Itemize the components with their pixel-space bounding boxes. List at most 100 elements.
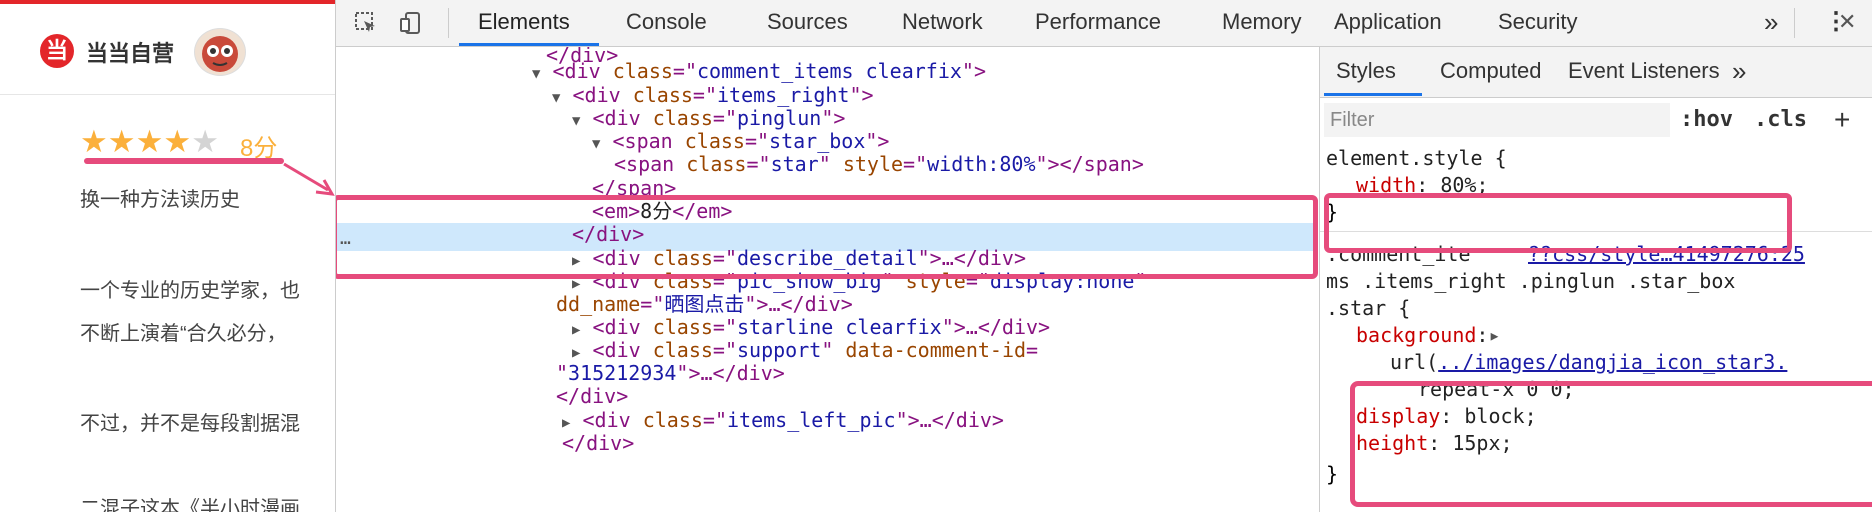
device-toolbar-icon[interactable] bbox=[398, 10, 424, 36]
annotation-highlight-box bbox=[1350, 381, 1872, 507]
more-tabs-icon[interactable]: » bbox=[1732, 47, 1746, 97]
dom-token: =" bbox=[712, 338, 738, 362]
hover-state-toggle[interactable]: :hov bbox=[1680, 103, 1733, 137]
dom-token: class bbox=[652, 106, 713, 130]
property-value[interactable]: url(../images/dangjia_icon_star3. bbox=[1390, 349, 1787, 375]
dom-token: <span bbox=[614, 152, 687, 176]
dom-token: data-comment-id bbox=[845, 338, 1027, 362]
dom-token: =" bbox=[672, 59, 698, 83]
dom-token: "></span> bbox=[1035, 152, 1144, 176]
devtools-panel: Elements Console Sources Network Performance… bbox=[335, 0, 1872, 512]
dom-node-line[interactable]: ▼ <div class="items_right"> bbox=[552, 83, 874, 107]
tab-elements[interactable]: Elements bbox=[478, 0, 570, 46]
tab-memory[interactable]: Memory bbox=[1222, 0, 1301, 46]
annotation-highlight-box bbox=[336, 195, 1318, 279]
star-filled-icon: ★ bbox=[163, 124, 192, 159]
dom-token: <span bbox=[612, 129, 685, 153]
dom-node-line[interactable]: ▼ <div class="comment_items clearfix"> bbox=[532, 59, 986, 83]
dom-node-line[interactable]: </div> bbox=[556, 384, 628, 408]
elements-tree[interactable]: … </div> ▼ <div class="comment_items clea… bbox=[336, 47, 1318, 512]
dangdang-logo-icon[interactable]: 当 bbox=[40, 34, 74, 68]
class-toggle[interactable]: .cls bbox=[1754, 103, 1807, 137]
dom-token: = bbox=[1026, 338, 1039, 362]
dom-node-line[interactable]: ▶ <div class="support" data-comment-id= bbox=[572, 338, 1038, 362]
tab-security[interactable]: Security bbox=[1498, 0, 1577, 46]
close-icon[interactable]: ✕ bbox=[1838, 0, 1856, 46]
dom-token: =" bbox=[712, 106, 738, 130]
dom-token: <div bbox=[592, 315, 653, 339]
dom-token: 晒图点击 bbox=[664, 292, 745, 316]
dom-token: </div> bbox=[562, 431, 635, 455]
tab-computed[interactable]: Computed bbox=[1440, 47, 1542, 97]
tab-event-listeners[interactable]: Event Listeners bbox=[1568, 47, 1720, 97]
dom-node-line[interactable]: ▼ <div class="pinglun"> bbox=[572, 106, 845, 130]
styles-pane: Styles Computed Event Listeners » Filter… bbox=[1319, 47, 1872, 512]
dom-token: "> bbox=[821, 106, 846, 130]
collapse-arrow-icon[interactable]: ▼ bbox=[532, 66, 540, 82]
dom-token: " bbox=[821, 338, 846, 362]
tab-styles[interactable]: Styles bbox=[1336, 47, 1396, 97]
annotation-arrow-icon bbox=[283, 162, 335, 196]
dom-node-line[interactable]: ▶ <div class="items_left_pic">…</div> bbox=[562, 408, 1004, 432]
tab-application[interactable]: Application bbox=[1334, 0, 1442, 46]
dom-node-line[interactable]: "315212934">…</div> bbox=[556, 361, 785, 385]
dom-node-line[interactable]: ▶ <div class="starline clearfix">…</div> bbox=[572, 315, 1050, 339]
annotation-highlight-box bbox=[1324, 193, 1792, 253]
styles-filter-input[interactable]: Filter bbox=[1324, 103, 1670, 137]
dom-token: support bbox=[737, 338, 822, 362]
dom-token: </div> bbox=[556, 384, 629, 408]
expand-arrow-icon[interactable]: ▸ bbox=[1488, 323, 1500, 347]
star-empty-icon: ★ bbox=[191, 124, 219, 159]
dom-token: comment_items clearfix bbox=[697, 59, 962, 83]
collapse-arrow-icon[interactable]: ▼ bbox=[572, 113, 580, 129]
dom-token: "> bbox=[961, 59, 987, 83]
image-url-link[interactable]: ../images/dangjia_icon_star3. bbox=[1438, 350, 1787, 374]
dom-token: =" bbox=[702, 408, 728, 432]
dom-token: <div bbox=[582, 408, 643, 432]
expand-arrow-icon[interactable]: ▶ bbox=[562, 415, 570, 431]
dom-token: =" bbox=[746, 152, 771, 176]
user-avatar[interactable] bbox=[194, 28, 246, 76]
dom-token: dd_name bbox=[556, 292, 641, 316]
element-style-selector: element.style { bbox=[1326, 146, 1507, 170]
inspect-element-icon[interactable] bbox=[353, 10, 379, 36]
property-name[interactable]: background bbox=[1356, 323, 1476, 347]
star-filled-icon: ★ bbox=[107, 124, 136, 159]
more-tabs-icon[interactable]: » bbox=[1764, 0, 1778, 46]
active-tab-indicator bbox=[459, 43, 599, 46]
tab-sources[interactable]: Sources bbox=[767, 0, 848, 46]
dom-token: ">…</div> bbox=[895, 408, 1004, 432]
tab-performance[interactable]: Performance bbox=[1035, 0, 1161, 46]
dom-node-line[interactable]: dd_name="晒图点击">…</div> bbox=[556, 292, 853, 316]
dom-token: class bbox=[612, 59, 673, 83]
dom-node-line[interactable]: <span class="star" style="width:80%"></s… bbox=[614, 152, 1144, 176]
tab-network[interactable]: Network bbox=[902, 0, 983, 46]
annotation-underline bbox=[84, 158, 284, 164]
dom-node-line[interactable]: </div> bbox=[562, 431, 634, 455]
store-name[interactable]: 当当自营 bbox=[86, 36, 174, 68]
dom-token: "> bbox=[865, 129, 890, 153]
expand-arrow-icon[interactable]: ▶ bbox=[572, 322, 580, 338]
review-text-line: 二混子这本《半小时漫画 bbox=[80, 498, 300, 512]
dom-token: 315212934 bbox=[568, 361, 677, 385]
toolbar-divider bbox=[448, 8, 449, 38]
devtools-toolbar: Elements Console Sources Network Performance… bbox=[336, 0, 1872, 47]
collapse-arrow-icon[interactable]: ▼ bbox=[552, 90, 560, 106]
collapse-arrow-icon[interactable]: ▼ bbox=[592, 136, 600, 152]
css-property[interactable]: background:▸ bbox=[1356, 322, 1501, 348]
dom-token: class bbox=[652, 315, 713, 339]
page-panel: 当 当当自营 ★★★★★ 8分 换一种方法读历史 一个专业的历史学家，也 不断上… bbox=[0, 0, 335, 512]
dom-token: " bbox=[818, 152, 843, 176]
dom-token: =" bbox=[744, 129, 770, 153]
store-header: 当 当当自营 bbox=[0, 4, 335, 95]
dom-token: <div bbox=[572, 83, 633, 107]
dom-node-line[interactable]: ▼ <span class="star_box"> bbox=[592, 129, 889, 153]
expand-arrow-icon[interactable]: ▶ bbox=[572, 345, 580, 361]
add-rule-icon[interactable]: + bbox=[1834, 103, 1850, 137]
dom-token: star bbox=[770, 152, 819, 176]
dom-token: star_box bbox=[769, 129, 866, 153]
dom-token: =" bbox=[692, 83, 718, 107]
dom-token: class bbox=[652, 338, 713, 362]
tab-console[interactable]: Console bbox=[626, 0, 707, 46]
dom-token: style bbox=[842, 152, 904, 176]
